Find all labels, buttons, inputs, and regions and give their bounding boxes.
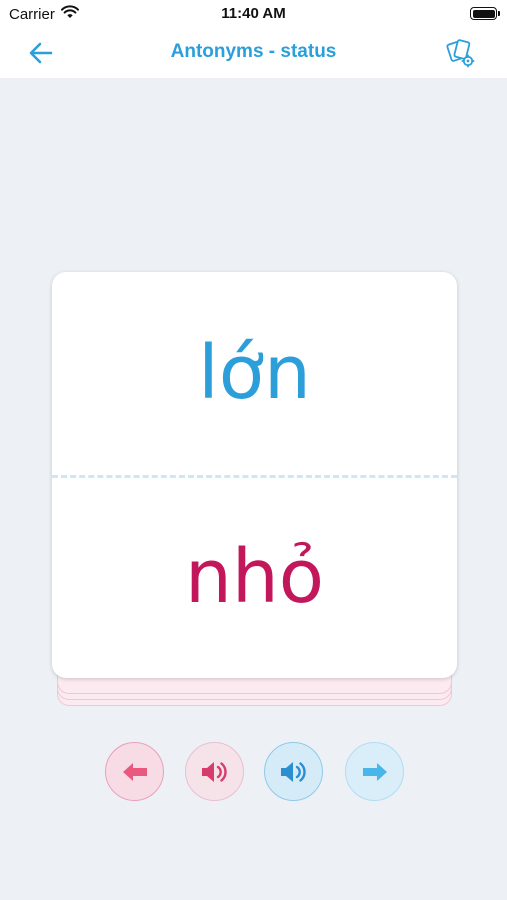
word-top: lớn [198, 330, 311, 416]
page-title: Antonyms - status [170, 41, 337, 62]
previous-button[interactable] [105, 742, 164, 801]
arrow-right-icon [362, 762, 387, 781]
card-settings-button[interactable] [445, 37, 477, 69]
word-bottom: nhỏ [184, 534, 325, 620]
battery-icon [470, 7, 500, 20]
card-controls [0, 742, 507, 802]
flashcard[interactable]: lớn nhỏ [52, 272, 457, 678]
card-divider [52, 475, 457, 478]
next-button[interactable] [345, 742, 404, 801]
status-bar: Carrier 11:40 AM [0, 0, 507, 28]
speak-top-button[interactable] [185, 742, 244, 801]
nav-bar: Antonyms - status [0, 28, 507, 78]
status-time: 11:40 AM [221, 5, 286, 22]
speaker-icon [280, 761, 306, 782]
speak-bottom-button[interactable] [264, 742, 323, 801]
speaker-icon [201, 761, 227, 782]
battery-level [472, 9, 495, 18]
cards-settings-icon [446, 39, 475, 68]
flashcard-stack: lớn nhỏ [52, 272, 457, 706]
arrow-left-icon [122, 762, 147, 781]
